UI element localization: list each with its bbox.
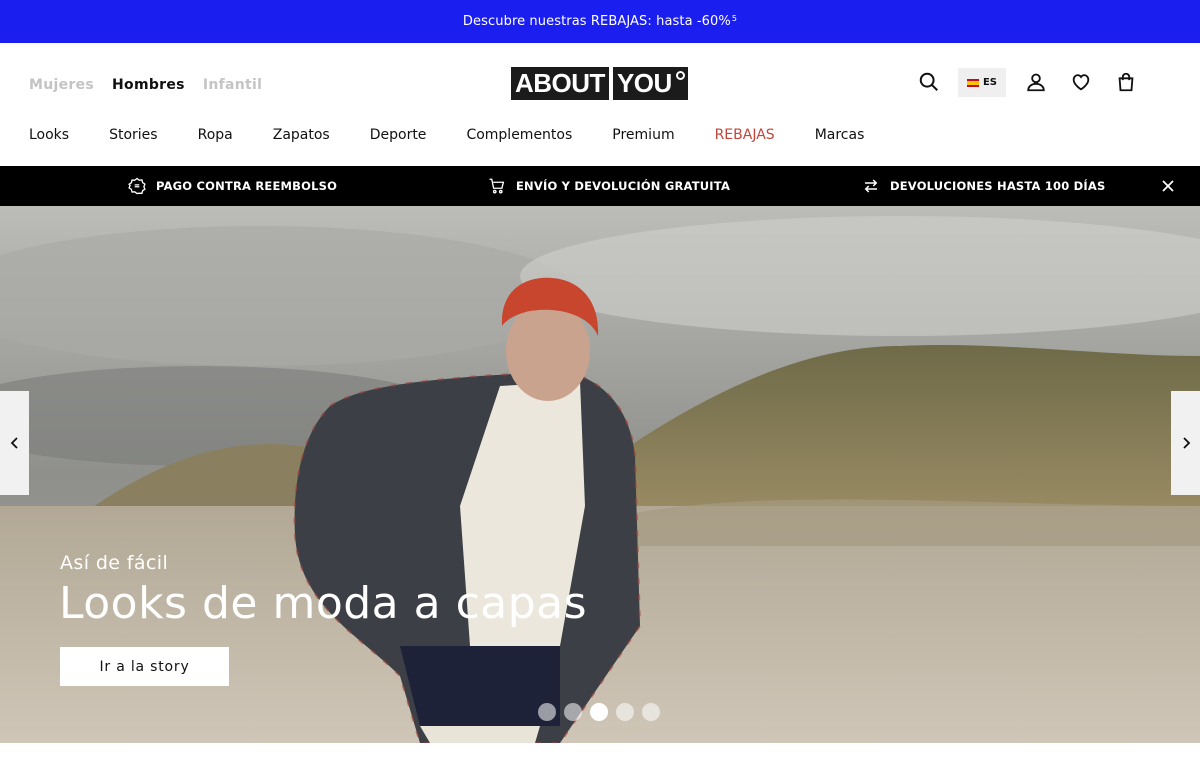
carousel-dot[interactable]	[538, 703, 556, 721]
swap-arrows-icon	[864, 179, 878, 193]
chevron-left-icon	[10, 437, 18, 449]
site-header: Mujeres Hombres Infantil ABOUT YOU ES Lo…	[0, 43, 1200, 166]
gender-tab-mujeres[interactable]: Mujeres	[29, 77, 94, 93]
info-item-cod: PAGO CONTRA REEMBOLSO	[128, 166, 337, 206]
promo-text[interactable]: Descubre nuestras REBAJAS: hasta -60%	[463, 14, 731, 29]
logo-you-text: YOU	[616, 68, 672, 98]
chevron-right-icon	[1182, 437, 1190, 449]
info-item-free-shipping: ENVÍO Y DEVOLUCIÓN GRATUITA	[488, 166, 730, 206]
about-you-logo[interactable]: ABOUT YOU	[511, 67, 688, 100]
nav-item-stories[interactable]: Stories	[109, 127, 158, 143]
gender-tab-infantil[interactable]: Infantil	[203, 77, 262, 93]
hero-title: Looks de moda a capas	[59, 578, 588, 629]
carousel-prev-button[interactable]	[0, 391, 29, 495]
nav-item-deporte[interactable]: Deporte	[370, 127, 427, 143]
service-info-bar: PAGO CONTRA REEMBOLSO ENVÍO Y DEVOLUCIÓN…	[0, 166, 1200, 206]
account-icon[interactable]	[1025, 71, 1049, 95]
logo-part-you: YOU	[610, 67, 688, 100]
promo-bar[interactable]: Descubre nuestras REBAJAS: hasta -60% 5	[0, 0, 1200, 43]
nav-item-ropa[interactable]: Ropa	[198, 127, 233, 143]
cart-icon	[489, 178, 505, 194]
carousel-dot[interactable]	[642, 703, 660, 721]
hero-subtitle: Así de fácil	[60, 552, 169, 574]
carousel-next-button[interactable]	[1171, 391, 1200, 495]
nav-item-zapatos[interactable]: Zapatos	[273, 127, 330, 143]
logo-ring-icon	[675, 71, 685, 80]
info-item-free-shipping-label: ENVÍO Y DEVOLUCIÓN GRATUITA	[516, 179, 731, 193]
logo-part-about: ABOUT	[511, 67, 609, 100]
close-icon[interactable]	[1160, 178, 1176, 194]
main-nav: Looks Stories Ropa Zapatos Deporte Compl…	[29, 127, 904, 143]
shopping-bag-icon[interactable]	[1115, 71, 1139, 95]
language-selector[interactable]: ES	[958, 68, 1006, 97]
header-icons: ES	[918, 68, 1148, 98]
nav-item-rebajas[interactable]: REBAJAS	[715, 127, 775, 143]
carousel-dots	[538, 703, 660, 721]
wishlist-heart-icon[interactable]	[1070, 71, 1094, 95]
language-label: ES	[982, 77, 998, 88]
gender-tabs: Mujeres Hombres Infantil	[29, 77, 262, 93]
carousel-dot[interactable]	[616, 703, 634, 721]
search-icon[interactable]	[918, 71, 942, 95]
nav-item-premium[interactable]: Premium	[612, 127, 674, 143]
carousel-dot[interactable]	[564, 703, 582, 721]
nav-item-complementos[interactable]: Complementos	[466, 127, 572, 143]
promo-footnote: 5	[731, 14, 738, 23]
info-item-returns: DEVOLUCIONES HASTA 100 DÍAS	[862, 166, 1105, 206]
hero-carousel: Así de fácil Looks de moda a capas Ir a …	[0, 206, 1200, 743]
gender-tab-hombres[interactable]: Hombres	[112, 77, 185, 93]
info-item-returns-label: DEVOLUCIONES HASTA 100 DÍAS	[890, 179, 1106, 193]
spain-flag-icon	[966, 78, 979, 87]
info-item-cod-label: PAGO CONTRA REEMBOLSO	[156, 179, 338, 193]
nav-item-looks[interactable]: Looks	[29, 127, 69, 143]
go-to-story-button[interactable]: Ir a la story	[60, 647, 229, 686]
carousel-dot-active[interactable]	[590, 703, 608, 721]
cash-on-delivery-icon	[128, 177, 146, 195]
nav-item-marcas[interactable]: Marcas	[815, 127, 865, 143]
